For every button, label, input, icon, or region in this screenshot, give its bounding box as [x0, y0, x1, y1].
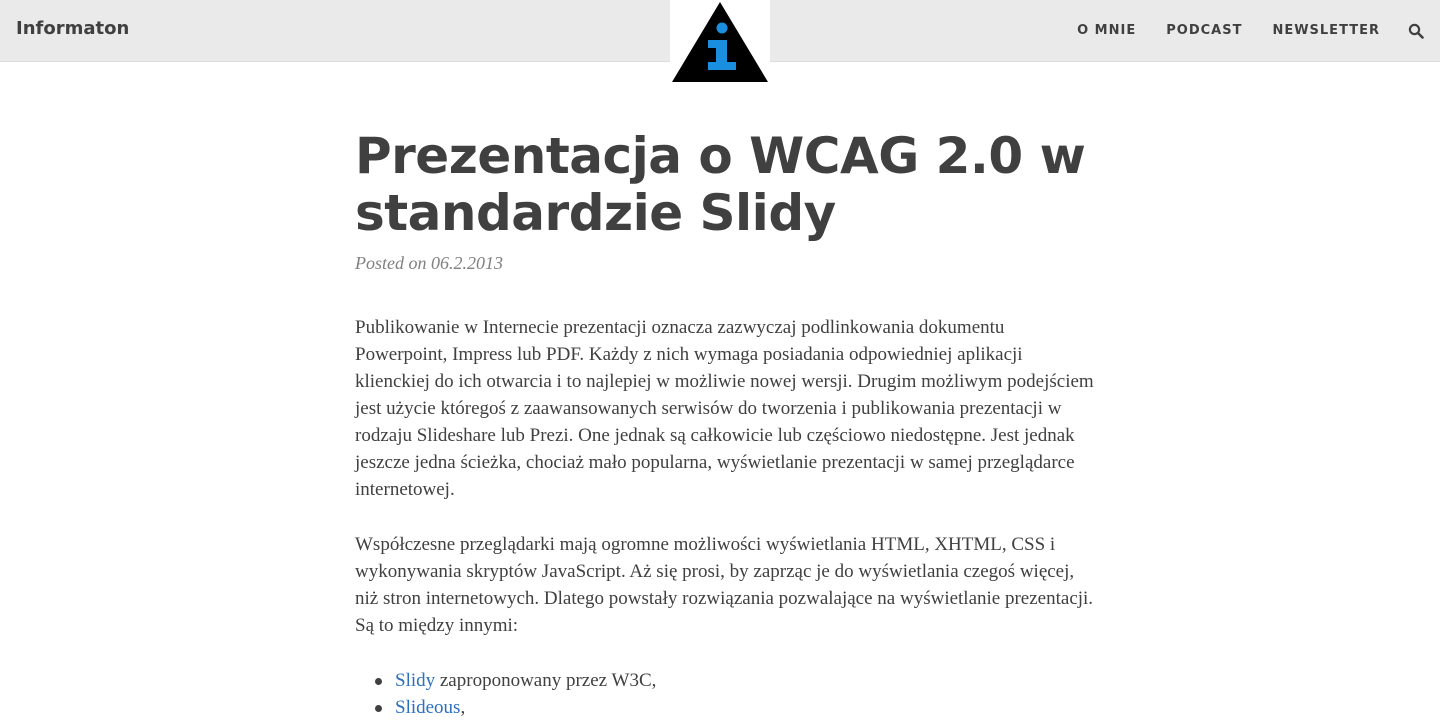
nav-link-newsletter[interactable]: NEWSLETTER	[1272, 23, 1380, 39]
list-bullet	[375, 705, 382, 712]
article-paragraph-1: Publikowanie w Internecie prezentacji oz…	[355, 317, 1094, 500]
list-item: Slideous,	[373, 694, 1095, 720]
info-triangle-logo-icon[interactable]	[670, 0, 770, 83]
search-icon[interactable]	[1408, 23, 1424, 39]
post-meta: Posted on 06.2.2013	[355, 250, 1095, 276]
main-navigation: O MNIE PODCAST NEWSLETTER	[1077, 23, 1380, 39]
list-bullet	[375, 678, 382, 685]
posted-on-label: Posted on	[355, 253, 431, 273]
nav-link-o-mnie[interactable]: O MNIE	[1077, 23, 1136, 39]
list-item: Slidy zaproponowany przez W3C,	[373, 667, 1095, 694]
list-item-text: zaproponowany przez W3C,	[435, 670, 657, 691]
slideous-link[interactable]: Slideous	[395, 697, 460, 718]
nav-link-podcast[interactable]: PODCAST	[1166, 23, 1242, 39]
site-header: Informaton O MNIE PODCAST NEWSLETTER	[0, 0, 1440, 83]
slidy-link[interactable]: Slidy	[395, 670, 435, 691]
article-title: Prezentacja o WCAG 2.0 w standardzie Sli…	[355, 127, 1086, 242]
article: Prezentacja o WCAG 2.0 w standardzie Sli…	[355, 128, 1095, 720]
post-date-link[interactable]: 06.2.2013	[431, 253, 503, 273]
list-item-text: ,	[460, 697, 466, 718]
presentation-tools-list: Slidy zaproponowany przez W3C, Slideous,	[355, 667, 1095, 720]
site-brand-link[interactable]: Informaton	[16, 18, 129, 39]
article-paragraph-2: Współczesne przeglądarki mają ogromne mo…	[355, 534, 1094, 636]
